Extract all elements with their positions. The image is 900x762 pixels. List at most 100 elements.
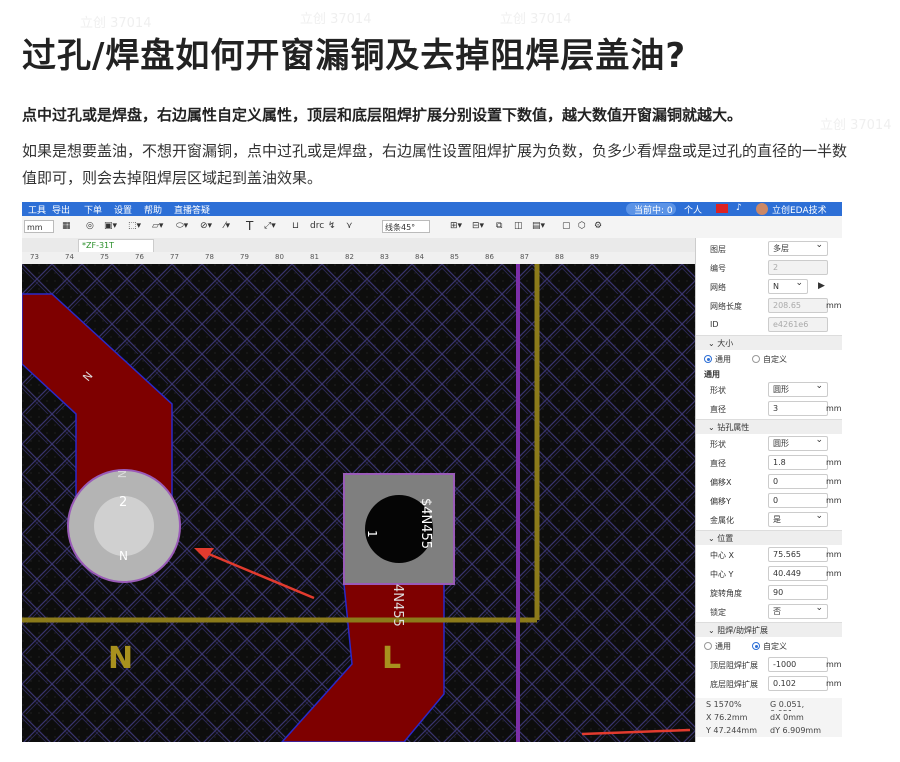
property-row-drill-2: 偏移X 0 mm (696, 473, 842, 491)
property-label: ID (710, 320, 719, 329)
property-field-drill-1[interactable]: 1.8 (768, 455, 828, 470)
net-highlight-icon[interactable]: ▶ (818, 281, 825, 291)
property-row-top-2: 网络 N ▶ (696, 277, 842, 296)
property-field-size-0[interactable]: 圆形 (768, 380, 828, 397)
property-label: 中心 X (710, 551, 735, 560)
image-icon[interactable]: ▣▾ (104, 221, 117, 231)
grid-icon[interactable]: ▦ (62, 221, 71, 231)
circle-slash-icon[interactable]: ⊘▾ (200, 221, 212, 231)
drc-icon[interactable]: drc (310, 221, 324, 231)
split-icon[interactable]: ⋎ (346, 221, 353, 231)
radio-mask-0[interactable] (704, 642, 712, 650)
settings-gear-icon[interactable]: ⚙ (594, 221, 602, 231)
polygon-icon[interactable]: ▱▾ (152, 221, 163, 231)
measure-icon[interactable]: ⤢▾ (264, 221, 276, 231)
property-field-drill-0[interactable]: 圆形 (768, 434, 828, 451)
section-position[interactable]: ⌄ 位置 (696, 530, 842, 545)
property-field-pos-3[interactable]: 否 (768, 602, 828, 619)
size-subheading: 通用 (704, 370, 720, 379)
unit-select[interactable]: mm (24, 220, 54, 233)
property-field-top-0[interactable]: 多层 (768, 239, 828, 256)
property-field-mask-0[interactable]: -1000 (768, 657, 828, 672)
property-unit: mm (826, 477, 842, 486)
property-field-size-1[interactable]: 3 (768, 401, 828, 416)
property-row-drill-0: 形状 圆形 (696, 434, 842, 453)
property-label: 顶层阻焊扩展 (710, 661, 758, 670)
property-label: 中心 Y (710, 570, 734, 579)
align-icon[interactable]: ⊞▾ (450, 221, 462, 231)
property-field-drill-3[interactable]: 0 (768, 493, 828, 508)
menu-item-tools[interactable]: 工具 (28, 203, 46, 216)
property-field-pos-2[interactable]: 90 (768, 585, 828, 600)
ruler-tick: 89 (590, 253, 599, 261)
properties-panel: 图层多层编号2网络N▶网络长度208.65mmIDe4261e6⌄ 大小通用自定… (695, 238, 842, 742)
ruler-tick: 88 (555, 253, 564, 261)
property-row-size-1: 直径 3 mm (696, 400, 842, 418)
layer-icon[interactable]: ◫ (514, 221, 523, 231)
menu-item-order[interactable]: 下单 (84, 203, 102, 216)
property-row-size-0: 形状 圆形 (696, 380, 842, 399)
property-field-pos-1[interactable]: 40.449 (768, 566, 828, 581)
layer-stack-icon[interactable]: ⧉ (496, 221, 502, 231)
ruler-tick: 85 (450, 253, 459, 261)
property-row-mask-0: 顶层阻焊扩展 -1000 mm (696, 656, 842, 674)
property-label: 图层 (710, 245, 726, 254)
property-field-drill-2[interactable]: 0 (768, 474, 828, 489)
pad-icon[interactable]: ◎ (86, 221, 94, 231)
tab-pcb-document[interactable]: *ZF-31T (78, 239, 154, 252)
body-paragraph: 如果是想要盖油，不想开窗漏铜，点中过孔或是焊盘，右边属性设置阻焊扩展为负数，负多… (22, 142, 848, 187)
text-icon[interactable]: T (246, 219, 253, 233)
menu-item-export[interactable]: 导出 (52, 203, 70, 216)
menu-item-help[interactable]: 帮助 (144, 203, 162, 216)
property-field-pos-0[interactable]: 75.565 (768, 547, 828, 562)
silkscreen-l: L (382, 641, 401, 676)
section-drill[interactable]: ⌄ 钻孔属性 (696, 419, 842, 434)
property-field-top-4: e4261e6 (768, 317, 828, 332)
property-row-drill-4: 金属化 是 (696, 510, 842, 529)
menu-item-settings[interactable]: 设置 (114, 203, 132, 216)
section-title: ⌄ 钻孔属性 (708, 423, 750, 432)
angle-select[interactable]: 线条45° (382, 220, 430, 233)
component-icon[interactable]: ⬡ (578, 221, 586, 231)
radio-group-mask: 通用 自定义 (696, 638, 842, 656)
property-field-top-2[interactable]: N (768, 277, 808, 294)
pad-number-2: 2 (119, 495, 127, 510)
watermark: 立创 37014 (300, 12, 372, 27)
property-unit: mm (826, 679, 842, 688)
line-icon[interactable]: ⁄▾ (224, 221, 230, 231)
radio-label: 自定义 (763, 642, 787, 651)
property-label: 金属化 (710, 516, 734, 525)
property-label: 偏移Y (710, 497, 731, 506)
status-value: dX 0mm (770, 713, 804, 722)
section-size[interactable]: ⌄ 大小 (696, 335, 842, 350)
select-box-icon[interactable]: ⬚▾ (128, 221, 141, 231)
pcb-canvas[interactable]: N N 2 N 1 $4N455 4N455 N L (22, 264, 695, 742)
property-row-pos-3: 锁定 否 (696, 602, 842, 621)
property-label: 网络长度 (710, 302, 742, 311)
distribute-icon[interactable]: ⊟▾ (472, 221, 484, 231)
ellipse-icon[interactable]: ⬭▾ (176, 221, 188, 231)
menu-item-personal[interactable]: 个人 (684, 203, 702, 216)
property-field-drill-4[interactable]: 是 (768, 510, 828, 527)
property-label: 旋转角度 (710, 589, 742, 598)
ruler-tick: 77 (170, 253, 179, 261)
radio-size-0[interactable] (704, 355, 712, 363)
silkscreen-n: N (108, 641, 133, 676)
property-field-mask-1[interactable]: 0.102 (768, 676, 828, 691)
section-mask[interactable]: ⌄ 阻焊/助焊扩展 (696, 622, 842, 637)
property-label: 偏移X (710, 478, 732, 487)
bell-icon[interactable]: ♪ (736, 203, 742, 213)
copy-icon[interactable]: ▤▾ (532, 221, 545, 231)
track-icon[interactable]: ↯ (328, 221, 336, 231)
eda-logo-icon[interactable]: ▢ (562, 221, 571, 231)
ruler-tick: 76 (135, 253, 144, 261)
radio-size-1[interactable] (752, 355, 760, 363)
status-value: X 76.2mm (706, 713, 748, 722)
property-label: 底层阻焊扩展 (710, 680, 758, 689)
property-row-top-4: ID e4261e6 (696, 316, 842, 334)
avatar[interactable] (756, 203, 768, 215)
cloud-status-label: 当前中: 0 (634, 206, 673, 216)
route-icon[interactable]: ⊔ (292, 221, 299, 231)
radio-mask-1[interactable] (752, 642, 760, 650)
menu-item-live[interactable]: 直播答疑 (174, 203, 210, 216)
